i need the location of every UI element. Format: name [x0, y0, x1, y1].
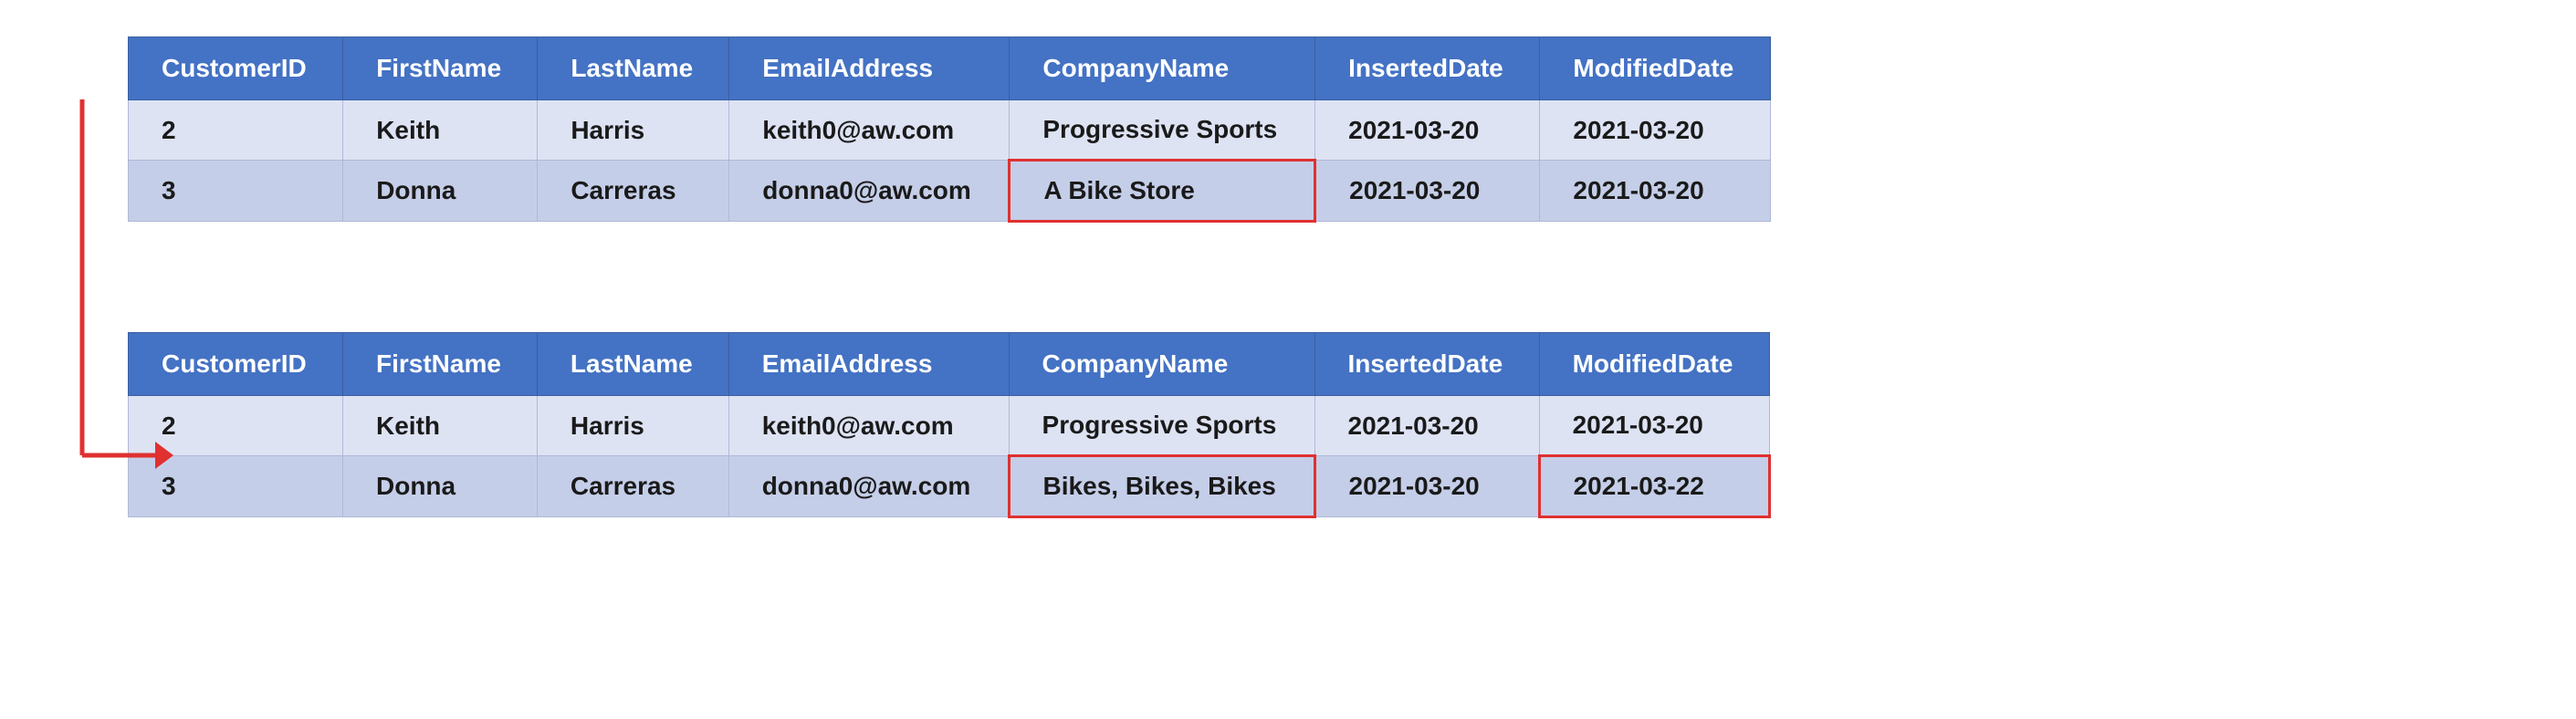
cell-emailaddress: donna0@aw.com	[729, 161, 1010, 222]
table-row: 3DonnaCarrerasdonna0@aw.comBikes, Bikes,…	[129, 456, 1770, 517]
col-header-emailaddress-2: EmailAddress	[728, 333, 1009, 396]
cell-firstname: Donna	[343, 161, 538, 222]
col-header-emailaddress: EmailAddress	[729, 37, 1010, 100]
cell-lastname: Harris	[538, 100, 729, 161]
table-row: 3DonnaCarrerasdonna0@aw.comA Bike Store2…	[129, 161, 1771, 222]
cell-emailaddress: donna0@aw.com	[728, 456, 1009, 517]
cell-modifieddate: 2021-03-20	[1540, 161, 1771, 222]
cell-modifieddate: 2021-03-22	[1539, 456, 1769, 517]
col-header-modifieddate-2: ModifiedDate	[1539, 333, 1769, 396]
cell-emailaddress: keith0@aw.com	[728, 396, 1009, 456]
cell-companyname: Progressive Sports	[1009, 396, 1314, 456]
cell-modifieddate: 2021-03-20	[1540, 100, 1771, 161]
cell-firstname: Donna	[343, 456, 538, 517]
table-row: 2KeithHarriskeith0@aw.comProgressive Spo…	[129, 100, 1771, 161]
cell-inserteddate: 2021-03-20	[1315, 161, 1540, 222]
tables-wrapper: CustomerID FirstName LastName EmailAddre…	[55, 36, 2521, 518]
cell-lastname: Carreras	[538, 161, 729, 222]
col-header-inserteddate: InsertedDate	[1315, 37, 1540, 100]
col-header-companyname: CompanyName	[1010, 37, 1315, 100]
table-after-section: CustomerID FirstName LastName EmailAddre…	[55, 332, 2521, 518]
col-header-customerid: CustomerID	[129, 37, 343, 100]
connector-arrow-svg	[55, 99, 173, 510]
cell-companyname: A Bike Store	[1010, 161, 1315, 222]
col-header-lastname-2: LastName	[537, 333, 728, 396]
cell-modifieddate: 2021-03-20	[1539, 396, 1769, 456]
col-header-modifieddate: ModifiedDate	[1540, 37, 1771, 100]
table-before-section: CustomerID FirstName LastName EmailAddre…	[55, 36, 2521, 223]
col-header-firstname: FirstName	[343, 37, 538, 100]
col-header-lastname: LastName	[538, 37, 729, 100]
cell-lastname: Carreras	[537, 456, 728, 517]
table-before: CustomerID FirstName LastName EmailAddre…	[128, 36, 1771, 223]
cell-companyname: Bikes, Bikes, Bikes	[1009, 456, 1314, 517]
cell-firstname: Keith	[343, 100, 538, 161]
col-header-inserteddate-2: InsertedDate	[1314, 333, 1539, 396]
cell-inserteddate: 2021-03-20	[1314, 456, 1539, 517]
cell-lastname: Harris	[537, 396, 728, 456]
col-header-companyname-2: CompanyName	[1009, 333, 1314, 396]
cell-firstname: Keith	[343, 396, 538, 456]
table-after: CustomerID FirstName LastName EmailAddre…	[128, 332, 1771, 518]
cell-emailaddress: keith0@aw.com	[729, 100, 1010, 161]
cell-inserteddate: 2021-03-20	[1314, 396, 1539, 456]
col-header-firstname-2: FirstName	[343, 333, 538, 396]
cell-inserteddate: 2021-03-20	[1315, 100, 1540, 161]
cell-companyname: Progressive Sports	[1010, 100, 1315, 161]
table-row: 2KeithHarriskeith0@aw.comProgressive Spo…	[129, 396, 1770, 456]
